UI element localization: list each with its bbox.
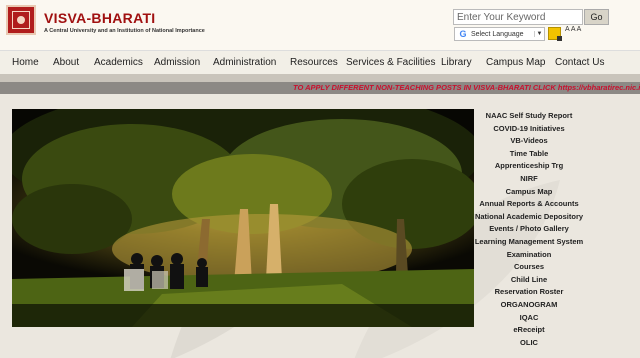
nav-admission[interactable]: Admission (154, 57, 200, 68)
site-header: VISVA-BHARATI A Central University and a… (0, 0, 640, 50)
quick-link[interactable]: IQAC (472, 313, 586, 322)
quick-link[interactable]: Apprenticeship Trg (472, 161, 586, 170)
quick-link[interactable]: Events / Photo Gallery (472, 224, 586, 233)
quick-link[interactable]: Courses (472, 262, 586, 271)
nav-library[interactable]: Library (441, 57, 472, 68)
quick-link[interactable]: Child Line (472, 275, 586, 284)
site-subtitle: A Central University and an Institution … (44, 28, 205, 34)
quick-link[interactable]: OLIC (472, 338, 586, 347)
logo-emblem-icon (12, 11, 30, 29)
language-select-label: Select Language (471, 30, 524, 38)
nav-resources[interactable]: Resources (290, 57, 338, 68)
ticker-link[interactable]: TO APPLY DIFFERENT NON-TEACHING POSTS IN… (293, 83, 640, 92)
quick-link[interactable]: Campus Map (472, 187, 586, 196)
quick-link[interactable]: Annual Reports & Accounts (472, 199, 586, 208)
font-size-control[interactable]: A A A (565, 26, 581, 33)
nav-divider (0, 74, 640, 82)
nav-administration[interactable]: Administration (213, 57, 276, 68)
search-go-button[interactable]: Go (584, 9, 609, 25)
site-title[interactable]: VISVA-BHARATI (44, 10, 156, 26)
quick-link[interactable]: NIRF (472, 174, 586, 183)
google-translate-icon: G (459, 29, 467, 39)
quick-link[interactable]: Reservation Roster (472, 287, 586, 296)
main-nav: Home About Academics Admission Administr… (0, 50, 640, 74)
hero-image (12, 109, 474, 327)
quick-link[interactable]: VB-Videos (472, 136, 586, 145)
nav-about[interactable]: About (53, 57, 79, 68)
quick-link[interactable]: ORGANOGRAM (472, 300, 586, 309)
nav-campus-map[interactable]: Campus Map (486, 57, 545, 68)
quick-link[interactable]: Time Table (472, 149, 586, 158)
quick-link[interactable]: Examination (472, 250, 586, 259)
nav-contact-us[interactable]: Contact Us (555, 57, 604, 68)
university-logo[interactable] (6, 5, 36, 35)
search-input[interactable] (453, 9, 583, 25)
chevron-down-icon: ▼ (534, 31, 544, 37)
quick-link[interactable]: NAAC Self Study Report (472, 111, 586, 120)
quick-link[interactable]: eReceipt (472, 325, 586, 334)
nav-home[interactable]: Home (12, 57, 39, 68)
quick-link[interactable]: National Academic Depository (472, 212, 586, 221)
nav-services-facilities[interactable]: Services & Facilities (346, 57, 435, 68)
language-select[interactable]: G Select Language ▼ (454, 27, 545, 41)
nav-academics[interactable]: Academics (94, 57, 143, 68)
quick-link[interactable]: COVID-19 Initiatives (472, 124, 586, 133)
quick-link[interactable]: Learning Management System (472, 237, 586, 246)
contrast-toggle-button[interactable] (548, 27, 562, 41)
news-ticker: TO APPLY DIFFERENT NON-TEACHING POSTS IN… (0, 82, 640, 94)
